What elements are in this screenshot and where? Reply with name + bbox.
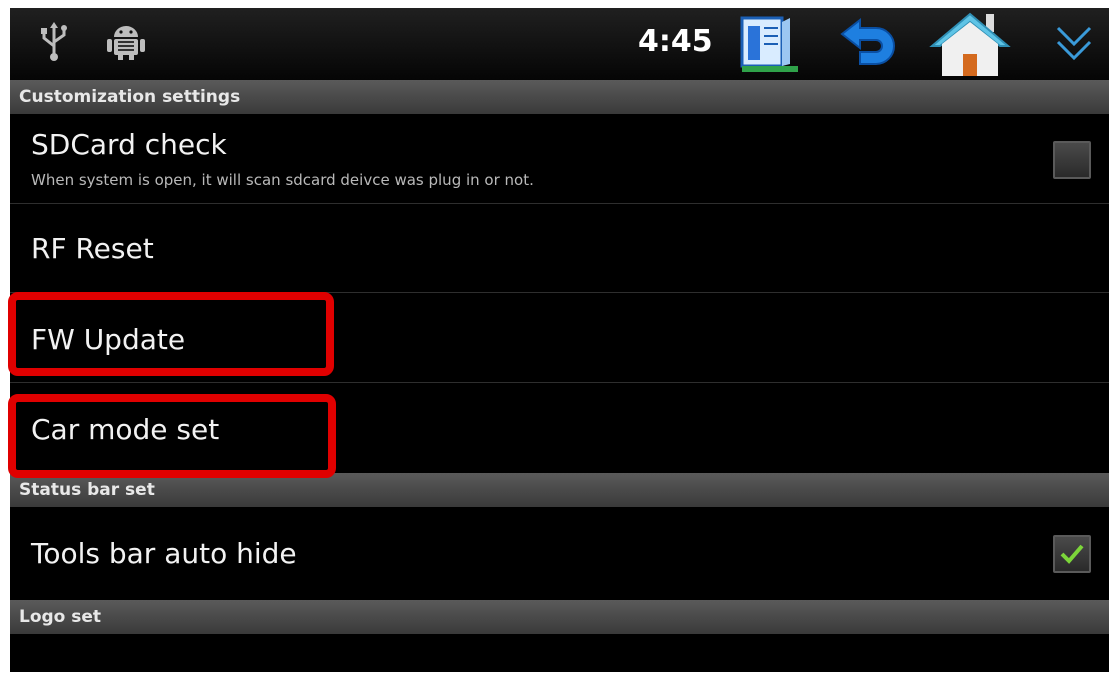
setting-rf-reset[interactable]: RF Reset bbox=[10, 204, 1109, 293]
sdcard-check-checkbox[interactable] bbox=[1053, 141, 1091, 179]
android-debug-icon bbox=[104, 23, 148, 65]
section-header-logo-set: Logo set bbox=[10, 600, 1109, 634]
menu-icon[interactable] bbox=[738, 14, 804, 80]
setting-tools-bar-auto-hide[interactable]: Tools bar auto hide bbox=[10, 507, 1109, 600]
section-header-customization: Customization settings bbox=[10, 80, 1109, 114]
setting-title: SDCard check bbox=[31, 128, 227, 161]
collapse-icon[interactable] bbox=[1054, 22, 1094, 70]
car-mode-set-highlight bbox=[8, 394, 336, 478]
setting-title: Tools bar auto hide bbox=[31, 537, 297, 570]
status-bar: 4:45 bbox=[10, 8, 1109, 80]
tools-bar-auto-hide-checkbox[interactable] bbox=[1053, 535, 1091, 573]
home-icon[interactable] bbox=[928, 10, 1012, 82]
check-mark-icon bbox=[1060, 544, 1084, 564]
clock: 4:45 bbox=[638, 24, 713, 59]
setting-title: RF Reset bbox=[31, 232, 154, 265]
setting-logo-row[interactable] bbox=[10, 634, 1109, 672]
usb-icon bbox=[37, 22, 71, 66]
setting-summary: When system is open, it will scan sdcard… bbox=[31, 171, 534, 189]
fw-update-highlight bbox=[8, 292, 334, 376]
back-icon[interactable] bbox=[836, 17, 910, 78]
setting-sdcard-check[interactable]: SDCard check When system is open, it wil… bbox=[10, 114, 1109, 204]
section-header-status-bar-set: Status bar set bbox=[10, 473, 1109, 507]
